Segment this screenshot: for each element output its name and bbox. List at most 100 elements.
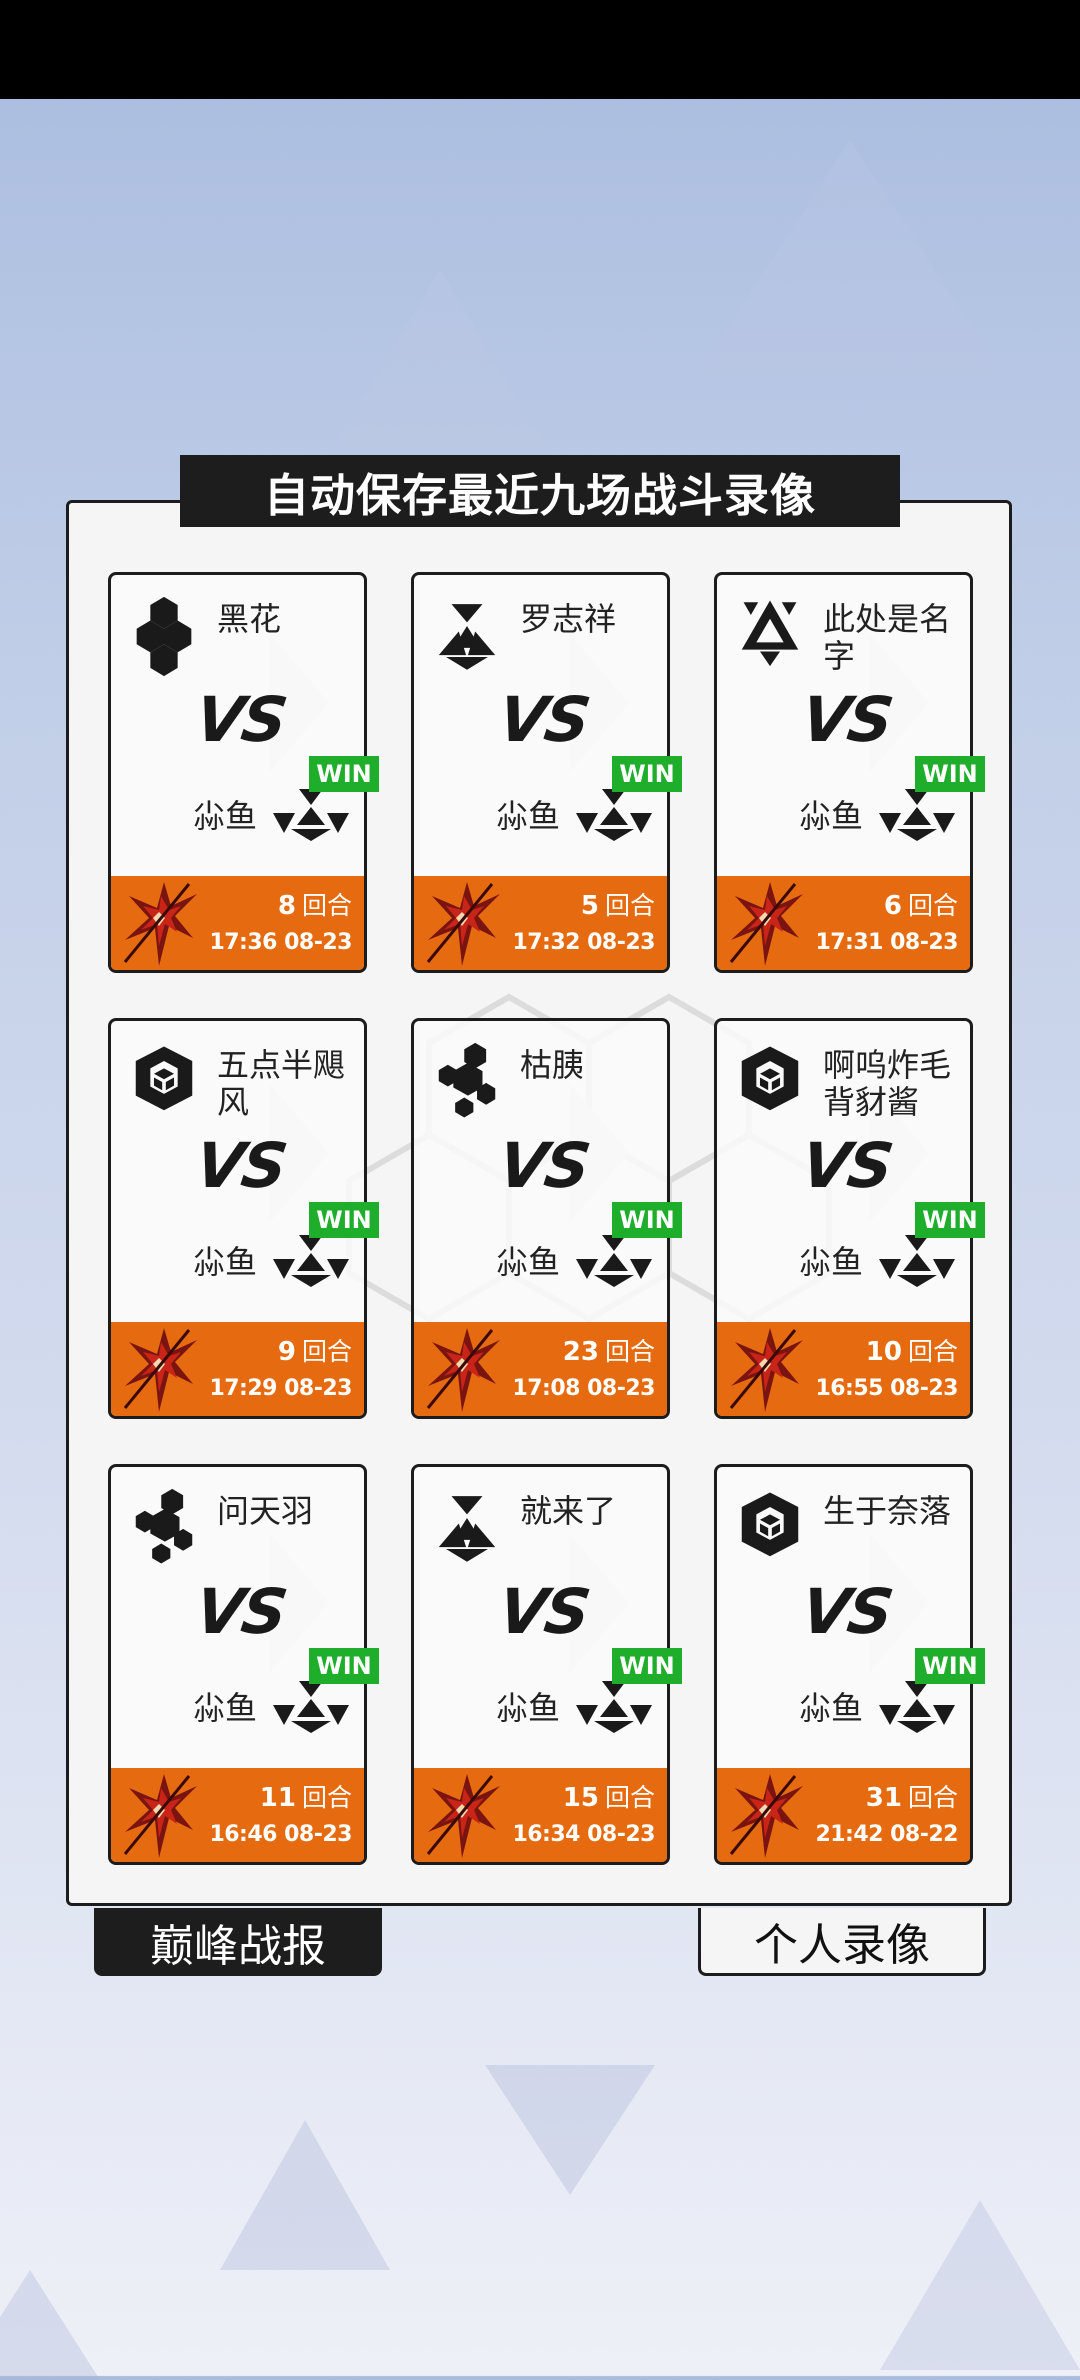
win-badge: WIN bbox=[915, 756, 985, 792]
match-footer: 8 回合 17:36 08-23 bbox=[111, 876, 364, 970]
opponent-name: 问天羽 bbox=[217, 1492, 314, 1530]
match-time: 16:34 08-23 bbox=[512, 1822, 655, 1847]
opponent-name: 生于奈落 bbox=[823, 1492, 952, 1530]
self-emblem-icon bbox=[273, 1235, 349, 1287]
match-time: 17:32 08-23 bbox=[512, 930, 655, 955]
background-triangle bbox=[220, 2120, 390, 2270]
vs-label: VS bbox=[797, 1575, 896, 1648]
mecha-avatar-icon bbox=[426, 880, 502, 968]
mecha-avatar-icon bbox=[729, 1772, 805, 1860]
vs-label: VS bbox=[797, 1129, 896, 1202]
match-card[interactable]: 就来了 VS WIN 尛鱼 15 回合 16:34 08-23 bbox=[411, 1464, 682, 1865]
match-time: 17:29 08-23 bbox=[209, 1376, 352, 1401]
self-player-name: 尛鱼 bbox=[496, 1243, 561, 1281]
self-emblem-icon bbox=[576, 1681, 652, 1733]
rounds-number: 11 bbox=[259, 1783, 296, 1813]
rounds-suffix: 回合 bbox=[604, 1783, 655, 1812]
background-triangle bbox=[700, 140, 1000, 370]
cube-icon bbox=[135, 1046, 193, 1111]
rounds-suffix: 回合 bbox=[301, 1337, 352, 1366]
rounds-suffix: 回合 bbox=[604, 1337, 655, 1366]
self-emblem-icon bbox=[576, 789, 652, 841]
rounds-count: 31 回合 bbox=[866, 1778, 958, 1814]
match-footer: 10 回合 16:55 08-23 bbox=[717, 1322, 970, 1416]
rounds-suffix: 回合 bbox=[301, 1783, 352, 1812]
status-bar bbox=[0, 0, 1080, 99]
match-card[interactable]: 此处是名字 VS WIN 尛鱼 6 回合 17:31 08-23 bbox=[714, 572, 985, 973]
match-card[interactable]: 五点半飓风 VS WIN 尛鱼 9 回合 17:29 08-23 bbox=[108, 1018, 379, 1419]
rounds-count: 9 回合 bbox=[278, 1332, 352, 1368]
rounds-count: 23 回合 bbox=[563, 1332, 655, 1368]
mecha-avatar-icon bbox=[426, 1326, 502, 1414]
mecha-avatar-icon bbox=[426, 1772, 502, 1860]
rounds-count: 8 回合 bbox=[278, 886, 352, 922]
cube-icon bbox=[741, 1046, 799, 1111]
self-emblem-icon bbox=[879, 1235, 955, 1287]
rounds-count: 5 回合 bbox=[581, 886, 655, 922]
match-time: 16:46 08-23 bbox=[209, 1822, 352, 1847]
triangle-trio-icon bbox=[438, 604, 496, 670]
opponent-name: 五点半飓风 bbox=[217, 1046, 346, 1121]
self-player-name: 尛鱼 bbox=[799, 1243, 864, 1281]
hex-dots-icon bbox=[438, 1042, 496, 1118]
match-time: 17:31 08-23 bbox=[815, 930, 958, 955]
self-emblem-icon bbox=[879, 1681, 955, 1733]
match-card[interactable]: 问天羽 VS WIN 尛鱼 11 回合 16:46 08-23 bbox=[108, 1464, 379, 1865]
match-card[interactable]: 啊呜炸毛背豺酱 VS WIN 尛鱼 10 回合 16:55 08-23 bbox=[714, 1018, 985, 1419]
mecha-avatar-icon bbox=[123, 1326, 199, 1414]
hex-dots-icon bbox=[135, 1488, 193, 1564]
rounds-number: 31 bbox=[865, 1783, 902, 1813]
rounds-number: 23 bbox=[562, 1337, 599, 1367]
rounds-count: 6 回合 bbox=[884, 886, 958, 922]
rounds-suffix: 回合 bbox=[907, 1783, 958, 1812]
match-time: 16:55 08-23 bbox=[815, 1376, 958, 1401]
self-player-name: 尛鱼 bbox=[799, 1689, 864, 1727]
self-player-name: 尛鱼 bbox=[193, 1243, 258, 1281]
rounds-number: 15 bbox=[562, 1783, 599, 1813]
match-time: 21:42 08-22 bbox=[815, 1822, 958, 1847]
vs-label: VS bbox=[797, 683, 896, 756]
win-badge: WIN bbox=[612, 1648, 682, 1684]
page-title: 自动保存最近九场战斗录像 bbox=[180, 455, 900, 527]
win-badge: WIN bbox=[612, 1202, 682, 1238]
self-emblem-icon bbox=[273, 789, 349, 841]
rounds-number: 9 bbox=[277, 1337, 296, 1367]
match-card[interactable]: 枯胰 VS WIN 尛鱼 23 回合 17:08 08-23 bbox=[411, 1018, 682, 1419]
self-player-name: 尛鱼 bbox=[496, 797, 561, 835]
opponent-name: 此处是名字 bbox=[823, 600, 952, 675]
self-player-name: 尛鱼 bbox=[193, 1689, 258, 1727]
tab-peak-report[interactable]: 巅峰战报 bbox=[94, 1908, 382, 1976]
rounds-number: 6 bbox=[883, 891, 902, 921]
mecha-avatar-icon bbox=[123, 880, 199, 968]
win-badge: WIN bbox=[309, 1648, 379, 1684]
rounds-count: 15 回合 bbox=[563, 1778, 655, 1814]
match-footer: 23 回合 17:08 08-23 bbox=[414, 1322, 667, 1416]
win-badge: WIN bbox=[915, 1202, 985, 1238]
vs-label: VS bbox=[494, 683, 593, 756]
match-card[interactable]: 黑花 VS WIN 尛鱼 8 回合 17:36 08-23 bbox=[108, 572, 379, 973]
mecha-avatar-icon bbox=[123, 1772, 199, 1860]
self-player-name: 尛鱼 bbox=[193, 797, 258, 835]
rounds-number: 5 bbox=[580, 891, 599, 921]
opponent-name: 罗志祥 bbox=[520, 600, 617, 638]
rounds-number: 10 bbox=[865, 1337, 902, 1367]
match-card[interactable]: 罗志祥 VS WIN 尛鱼 5 回合 17:32 08-23 bbox=[411, 572, 682, 973]
match-footer: 11 回合 16:46 08-23 bbox=[111, 1768, 364, 1862]
opponent-name: 黑花 bbox=[217, 600, 282, 638]
match-time: 17:36 08-23 bbox=[209, 930, 352, 955]
match-card[interactable]: 生于奈落 VS WIN 尛鱼 31 回合 21:42 08-22 bbox=[714, 1464, 985, 1865]
rounds-count: 10 回合 bbox=[866, 1332, 958, 1368]
opponent-name: 就来了 bbox=[520, 1492, 617, 1530]
match-footer: 31 回合 21:42 08-22 bbox=[717, 1768, 970, 1862]
rounds-count: 11 回合 bbox=[260, 1778, 352, 1814]
rounds-number: 8 bbox=[277, 891, 296, 921]
hexagon-cluster-icon bbox=[136, 596, 192, 677]
opponent-name: 啊呜炸毛背豺酱 bbox=[823, 1046, 952, 1121]
background-triangle bbox=[880, 2200, 1080, 2370]
match-footer: 6 回合 17:31 08-23 bbox=[717, 876, 970, 970]
vs-label: VS bbox=[191, 1575, 290, 1648]
tab-personal-replays[interactable]: 个人录像 bbox=[698, 1908, 986, 1976]
self-emblem-icon bbox=[576, 1235, 652, 1287]
match-time: 17:08 08-23 bbox=[512, 1376, 655, 1401]
opponent-name: 枯胰 bbox=[520, 1046, 585, 1084]
